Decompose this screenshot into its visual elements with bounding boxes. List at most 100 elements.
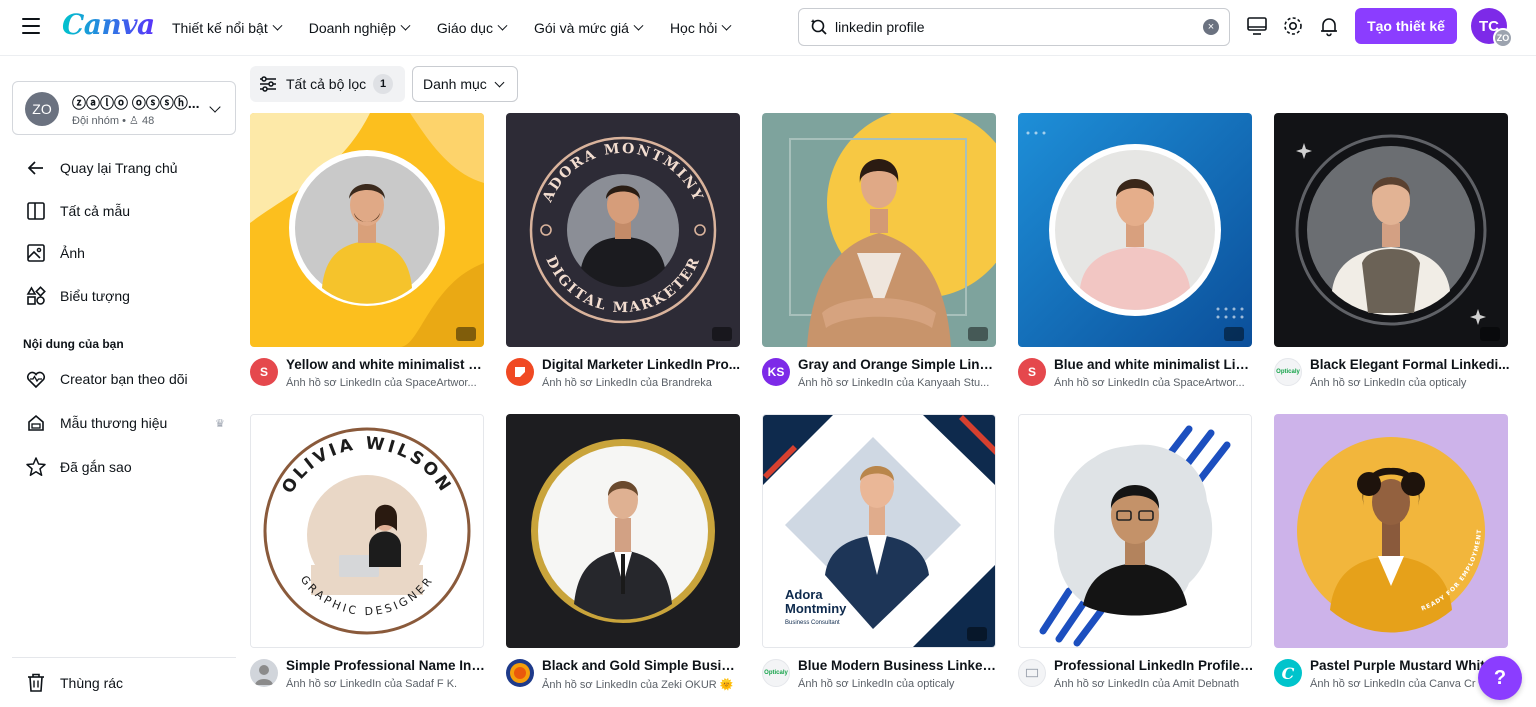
all-filters-label: Tất cả bộ lọc <box>286 76 367 92</box>
nav-business[interactable]: Doanh nghiệp <box>309 20 411 36</box>
template-title[interactable]: Blue Modern Business Linked... <box>798 658 998 673</box>
sidebar-item-brand-templates[interactable]: Mẫu thương hiệu <box>24 411 167 435</box>
category-dropdown[interactable]: Danh mục <box>412 66 518 102</box>
sidebar-item-starred[interactable]: Đã gắn sao <box>24 455 132 479</box>
template-card[interactable]: KS Gray and Orange Simple Link... Ảnh hồ… <box>762 113 998 393</box>
creator-avatar[interactable] <box>506 659 534 687</box>
template-title[interactable]: Gray and Orange Simple Link... <box>798 357 998 372</box>
template-thumbnail[interactable] <box>1274 113 1508 347</box>
template-thumbnail[interactable]: Adora Montminy Business Consultant <box>762 414 996 648</box>
sidebar-item-label: Quay lại Trang chủ <box>60 160 178 176</box>
template-card[interactable]: Adora Montminy Business Consultant Optic… <box>762 414 998 694</box>
template-thumbnail[interactable] <box>762 113 996 347</box>
template-card[interactable]: ADORA MONTMINY DIGITAL MARKETER Digital … <box>506 113 740 393</box>
people-icon: ♙ <box>129 115 142 127</box>
template-title[interactable]: Professional LinkedIn Profile ... <box>1054 658 1254 673</box>
premium-crown-icon <box>967 627 987 641</box>
template-thumbnail[interactable] <box>250 113 484 347</box>
team-member-count: 48 <box>141 115 155 127</box>
brand-kit-icon <box>28 414 44 431</box>
magic-search-icon <box>810 19 827 35</box>
creator-initials: KS <box>767 365 785 379</box>
sidebar-item-trash[interactable]: Thùng rác <box>24 671 123 695</box>
sidebar-item-label: Tất cả mẫu <box>60 203 131 219</box>
nav-featured[interactable]: Thiết kế nổi bật <box>172 20 283 36</box>
create-design-button[interactable]: Tạo thiết kế <box>1355 8 1457 44</box>
search-box[interactable]: × <box>798 8 1230 46</box>
creator-avatar[interactable]: KS <box>762 358 790 386</box>
template-card[interactable]: OLIVIA WILSON GRAPHIC DESIGNER Simple Pr… <box>250 414 486 694</box>
template-creator: Ảnh hồ sơ LinkedIn của SpaceArtwor... <box>1054 377 1245 389</box>
template-card[interactable]: S Yellow and white minimalist L... Ảnh h… <box>250 113 486 393</box>
chevron-down-icon <box>400 20 411 31</box>
sidebar-item-label: Đã gắn sao <box>60 459 132 475</box>
sidebar-item-label: Ảnh <box>60 245 85 261</box>
search-input[interactable] <box>835 17 1195 37</box>
creator-avatar[interactable] <box>250 659 278 687</box>
nav-label: Học hỏi <box>669 20 718 36</box>
template-creator: Ảnh hồ sơ LinkedIn của opticaly <box>798 678 955 690</box>
template-title[interactable]: Simple Professional Name Int... <box>286 658 486 673</box>
thumb-name-2: Montminy <box>785 601 847 616</box>
chevron-down-icon <box>272 20 283 31</box>
sidebar-item-back-home[interactable]: Quay lại Trang chủ <box>24 156 178 180</box>
creator-initials: Opticaly <box>1276 369 1300 375</box>
template-thumbnail[interactable] <box>1018 113 1252 347</box>
premium-crown-icon <box>456 327 476 341</box>
sidebar-item-icons[interactable]: Biểu tượng <box>24 284 130 308</box>
template-creator: Ảnh hồ sơ LinkedIn của opticaly <box>1310 377 1467 389</box>
sidebar-item-all-templates[interactable]: Tất cả mẫu <box>24 199 130 223</box>
help-button[interactable]: ? <box>1478 656 1522 700</box>
sidebar-item-photos[interactable]: Ảnh <box>24 241 85 265</box>
crown-icon: ♛ <box>215 418 225 430</box>
user-avatar[interactable]: TC ZO <box>1471 8 1513 48</box>
creator-avatar[interactable]: Opticaly <box>762 659 790 687</box>
sidebar-item-label: Biểu tượng <box>60 288 130 304</box>
template-thumbnail[interactable]: READY FOR EMPLOYMENT <box>1274 414 1508 648</box>
template-image: OLIVIA WILSON GRAPHIC DESIGNER <box>251 415 483 647</box>
template-title[interactable]: Digital Marketer LinkedIn Pro... <box>542 357 742 372</box>
sidebar-item-followed-creators[interactable]: Creator bạn theo dõi <box>24 367 188 391</box>
chevron-down-icon <box>494 77 505 88</box>
template-image <box>1274 113 1508 347</box>
template-thumbnail[interactable] <box>506 414 740 648</box>
template-creator: Ảnh hồ sơ LinkedIn của Sadaf F K. <box>286 678 458 690</box>
category-label: Danh mục <box>423 76 487 92</box>
gear-icon[interactable] <box>1281 14 1305 38</box>
nav-education[interactable]: Giáo dục <box>437 20 508 36</box>
creator-avatar[interactable]: Opticaly <box>1274 358 1302 386</box>
template-thumbnail[interactable]: OLIVIA WILSON GRAPHIC DESIGNER <box>250 414 484 648</box>
template-title[interactable]: Blue and white minimalist Lin... <box>1054 357 1254 372</box>
canva-logo[interactable]: Canva <box>62 8 155 41</box>
template-card[interactable]: Professional LinkedIn Profile ... Ảnh hồ… <box>1018 414 1254 694</box>
bell-icon[interactable] <box>1317 14 1341 38</box>
main-nav: Thiết kế nổi bật Doanh nghiệp Giáo dục G… <box>172 0 758 56</box>
all-filters-button[interactable]: Tất cả bộ lọc 1 <box>250 66 405 102</box>
creator-avatar[interactable]: S <box>1018 358 1046 386</box>
desktop-app-icon[interactable] <box>1245 14 1269 38</box>
clear-search-icon[interactable]: × <box>1203 19 1219 35</box>
template-title[interactable]: Black and Gold Simple Busine... <box>542 658 742 673</box>
sidebar-divider <box>12 657 236 658</box>
creator-avatar[interactable] <box>1018 659 1046 687</box>
team-switcher[interactable]: ZO ⓩⓐⓛⓞ ⓞⓢⓢⓗ... Đội nhóm • ♙ 48 <box>12 81 236 135</box>
template-card[interactable]: Black and Gold Simple Busine... Ảnh hồ s… <box>506 414 742 694</box>
nav-pricing[interactable]: Gói và mức giá <box>534 20 644 36</box>
creator-avatar[interactable]: S <box>250 358 278 386</box>
template-card[interactable]: Opticaly Black Elegant Formal Linkedi...… <box>1274 113 1510 393</box>
nav-learn[interactable]: Học hỏi <box>669 20 732 36</box>
template-card[interactable]: S Blue and white minimalist Lin... Ảnh h… <box>1018 113 1254 393</box>
menu-icon[interactable] <box>22 18 40 34</box>
template-title[interactable]: Yellow and white minimalist L... <box>286 357 486 372</box>
template-thumbnail[interactable] <box>1018 414 1252 648</box>
template-title[interactable]: Black Elegant Formal Linkedi... <box>1310 357 1510 372</box>
sidebar-item-label: Creator bạn theo dõi <box>60 371 188 387</box>
template-card[interactable]: READY FOR EMPLOYMENT C Pastel Purple Mus… <box>1274 414 1508 694</box>
creator-avatar[interactable]: C <box>1274 659 1302 687</box>
team-name: ⓩⓐⓛⓞ ⓞⓢⓢⓗ... <box>72 95 200 111</box>
creator-initials: Opticaly <box>764 670 788 676</box>
creator-initials: S <box>1027 365 1036 379</box>
creator-avatar[interactable] <box>506 358 534 386</box>
creator-logo <box>1025 668 1039 678</box>
template-thumbnail[interactable]: ADORA MONTMINY DIGITAL MARKETER <box>506 113 740 347</box>
